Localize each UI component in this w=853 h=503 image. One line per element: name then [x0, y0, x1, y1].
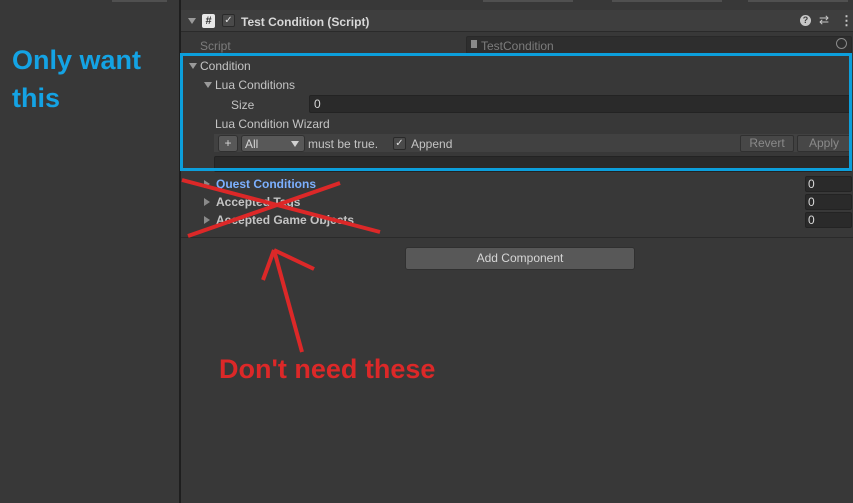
dont-need-annotation: Don't need these: [219, 354, 436, 384]
cross-out-line-2: [187, 181, 341, 238]
only-want-annotation: Only want this: [12, 41, 141, 117]
only-want-line1: Only want: [12, 45, 142, 75]
arrow-head-left: [261, 249, 276, 281]
only-want-line2: this: [12, 83, 61, 113]
arrow-shaft: [272, 249, 304, 353]
cross-out-line-1: [181, 178, 381, 234]
